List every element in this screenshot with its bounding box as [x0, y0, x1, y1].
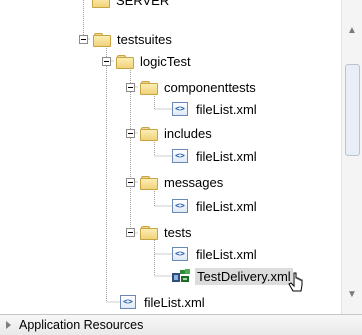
- folder-icon: [140, 175, 158, 190]
- tree-item-label: tests: [164, 224, 192, 240]
- tree-item-label: logicTest: [140, 53, 191, 69]
- tree-item-label: testsuites: [117, 31, 172, 47]
- tree-item-label: fileList.xml: [144, 294, 205, 310]
- folder-icon: [140, 126, 158, 141]
- test-delivery-icon: [172, 269, 190, 282]
- collapse-toggle-icon[interactable]: [126, 128, 135, 138]
- tree-item-tests[interactable]: tests: [126, 222, 193, 242]
- xml-file-icon: <>: [120, 295, 136, 309]
- folder-icon: [116, 54, 134, 69]
- tree-item-messages[interactable]: messages: [126, 172, 225, 192]
- tree-item-label: SERVER: [116, 0, 170, 8]
- scroll-down-arrow-icon[interactable]: ▼: [342, 286, 362, 304]
- tree-item-testsuites[interactable]: testsuites: [79, 29, 174, 49]
- tree-item-label: fileList.xml: [196, 198, 257, 214]
- file-tree: SERVER testsuites logicTest componenttes…: [0, 0, 342, 314]
- section-title: Application Resources: [19, 318, 144, 332]
- tree-item-label: messages: [164, 174, 224, 190]
- tree-item-testdelivery-xml[interactable]: TestDelivery.xml: [172, 266, 293, 286]
- tree-item-filelist-xml[interactable]: <> fileList.xml: [172, 146, 259, 166]
- collapse-toggle-icon[interactable]: [126, 177, 135, 187]
- tree-item-label: componenttests: [164, 79, 256, 95]
- tree-item-filelist-xml[interactable]: <> fileList.xml: [172, 244, 259, 264]
- project-navigator: SERVER testsuites logicTest componenttes…: [0, 0, 362, 335]
- tree-item-logictest[interactable]: logicTest: [102, 51, 193, 71]
- tree-item-label: fileList.xml: [196, 148, 257, 164]
- tree-item-componenttests[interactable]: componenttests: [126, 77, 258, 97]
- tree-item-filelist-xml[interactable]: <> fileList.xml: [172, 99, 259, 119]
- tree-item-includes[interactable]: includes: [126, 123, 214, 143]
- scroll-up-arrow-icon[interactable]: ▲: [342, 22, 362, 40]
- vertical-scrollbar[interactable]: ▲ ▼: [341, 0, 362, 314]
- folder-icon: [140, 80, 158, 95]
- tree-item-label: TestDelivery.xml: [195, 267, 293, 285]
- collapse-toggle-icon[interactable]: [126, 82, 135, 92]
- tree-item-filelist-xml[interactable]: <> fileList.xml: [172, 196, 259, 216]
- tree-item-filelist-xml[interactable]: <> fileList.xml: [120, 292, 207, 312]
- tree-item-label: fileList.xml: [196, 246, 257, 262]
- expand-triangle-icon[interactable]: [6, 321, 11, 329]
- mouse-pointer-icon: [288, 272, 303, 292]
- collapse-toggle-icon[interactable]: [102, 56, 111, 66]
- folder-icon: [140, 225, 158, 240]
- tree-item-label: fileList.xml: [196, 101, 257, 117]
- xml-file-icon: <>: [172, 199, 188, 213]
- collapse-toggle-icon[interactable]: [79, 34, 88, 44]
- folder-icon: [92, 0, 110, 8]
- tree-item-server[interactable]: SERVER: [92, 0, 171, 10]
- xml-file-icon: <>: [172, 149, 188, 163]
- xml-file-icon: <>: [172, 247, 188, 261]
- scrollbar-thumb[interactable]: [345, 64, 360, 156]
- application-resources-section[interactable]: Application Resources: [0, 314, 362, 335]
- folder-icon: [93, 32, 111, 47]
- tree-item-label: includes: [164, 125, 212, 141]
- collapse-toggle-icon[interactable]: [126, 227, 135, 237]
- xml-file-icon: <>: [172, 102, 188, 116]
